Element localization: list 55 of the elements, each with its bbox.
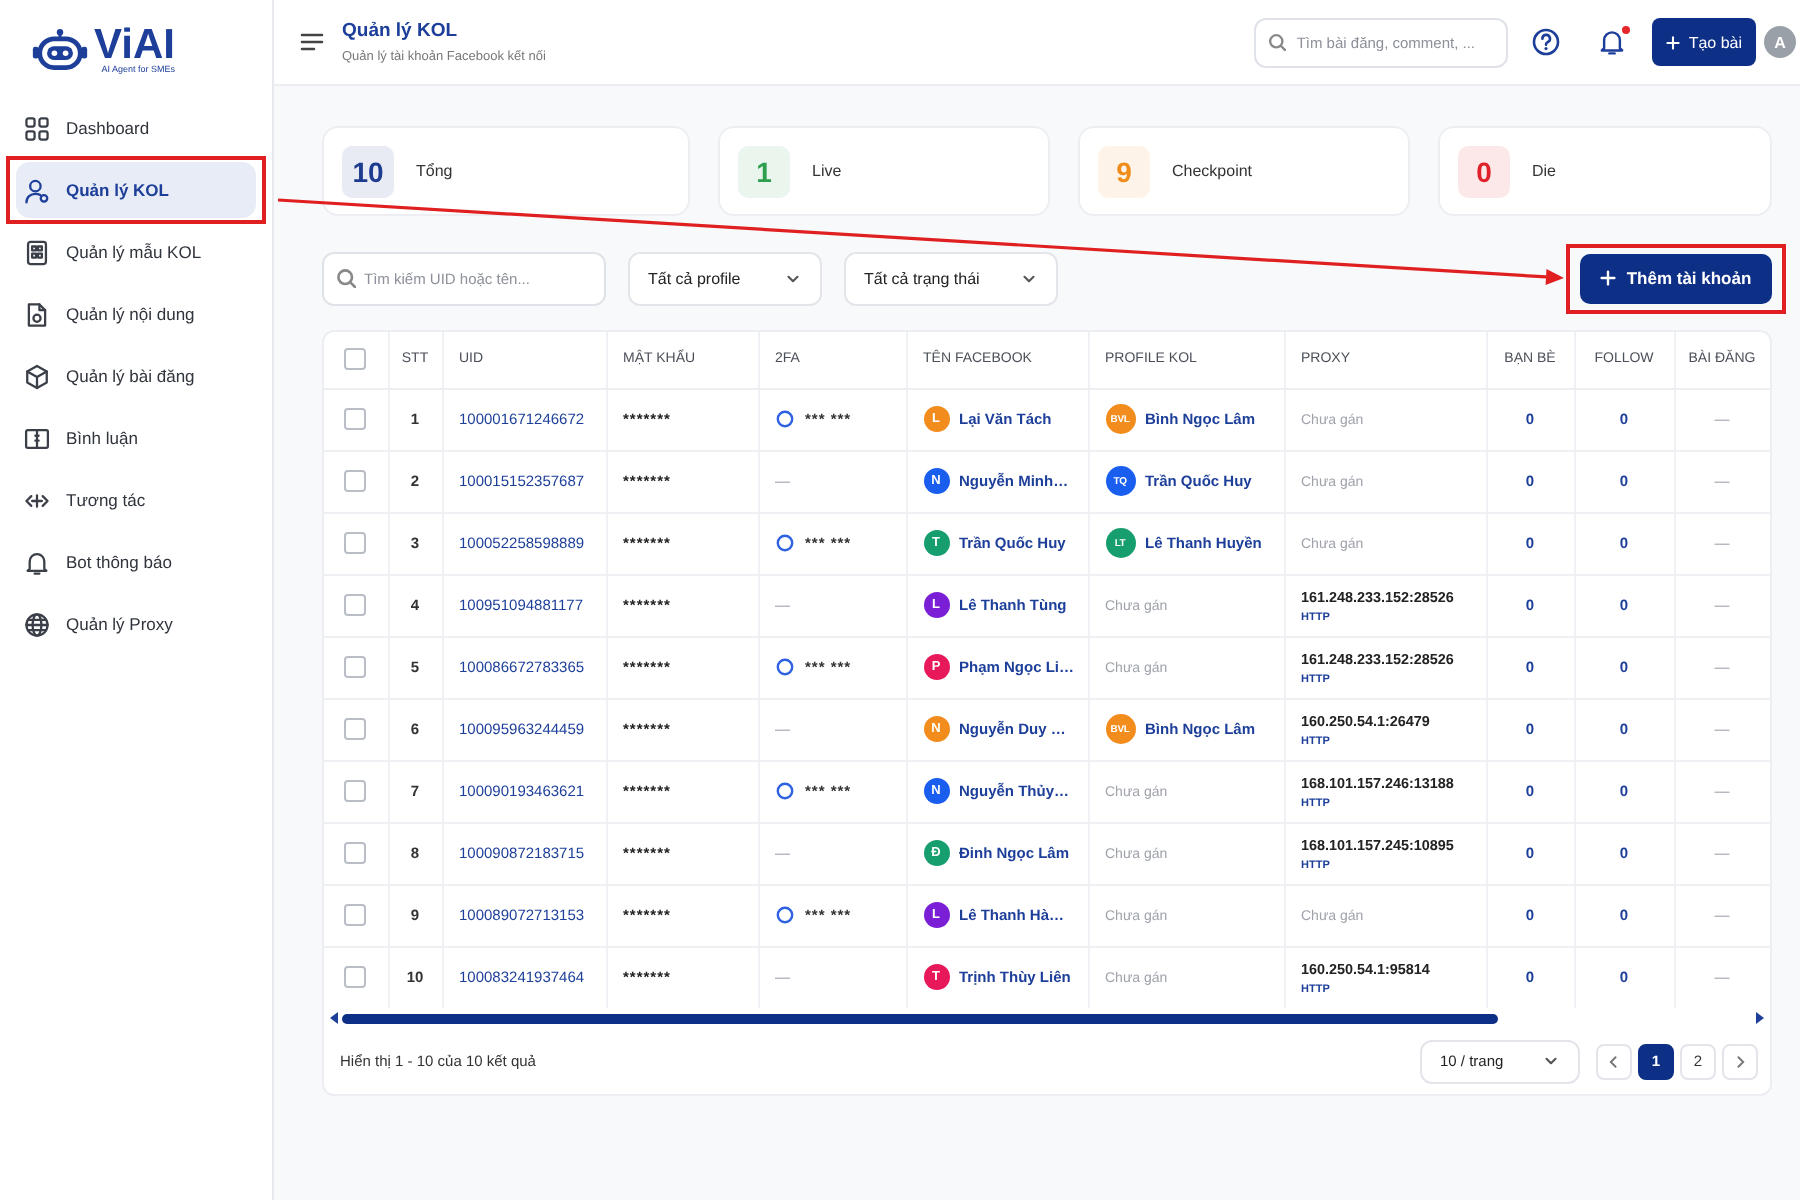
stat-value: 9	[1098, 145, 1150, 197]
page-title: Quản lý KOL	[342, 20, 460, 42]
create-post-button[interactable]: Tạo bài	[1652, 18, 1756, 66]
bell-icon	[24, 549, 50, 575]
sidebar-item[interactable]: Bot thông báo	[16, 534, 256, 590]
book-icon	[24, 425, 50, 451]
cube-icon	[24, 363, 50, 389]
row-checkbox[interactable]	[344, 904, 367, 926]
stat-value: 0	[1458, 145, 1510, 197]
next-page-button[interactable]	[1722, 1043, 1758, 1079]
stat-label: Checkpoint	[1172, 162, 1253, 180]
document-icon	[24, 301, 50, 327]
robot-icon	[32, 28, 88, 72]
chevron-left-icon	[1606, 1053, 1622, 1069]
logo-name: ViAI	[94, 26, 175, 64]
row-checkbox[interactable]	[344, 656, 367, 678]
search-icon	[1268, 33, 1287, 51]
document-grid-icon	[24, 239, 50, 265]
sidebar-item[interactable]: Quản lý nội dung	[16, 286, 256, 342]
chevron-down-icon	[1542, 1052, 1560, 1070]
plus-icon	[1666, 35, 1681, 49]
sidebar-item[interactable]: Quản lý bài đăng	[16, 348, 256, 404]
filter-select[interactable]: Tất cả trạng thái	[844, 251, 1058, 305]
plus-icon	[1600, 270, 1617, 286]
row-checkbox[interactable]	[344, 532, 367, 554]
help-icon[interactable]	[1532, 28, 1561, 56]
stat-value: 10	[342, 145, 394, 197]
stat-label: Tổng	[416, 162, 453, 180]
sidebar-item[interactable]: Tương tác	[16, 472, 256, 528]
stat-label: Live	[812, 162, 842, 180]
grid-icon	[24, 115, 50, 141]
sidebar-item[interactable]: Quản lý Proxy	[16, 596, 256, 652]
menu-icon[interactable]	[300, 32, 324, 52]
sidebar-item[interactable]: Quản lý KOL	[16, 162, 256, 218]
row-checkbox[interactable]	[344, 594, 367, 616]
search-icon	[336, 268, 356, 288]
sidebar-item[interactable]: Bình luận	[16, 410, 256, 466]
select-all-checkbox[interactable]	[344, 348, 367, 371]
user-icon	[24, 177, 50, 203]
stat-value: 1	[738, 145, 790, 197]
bell-icon[interactable]	[1598, 28, 1627, 56]
row-checkbox[interactable]	[344, 842, 367, 864]
previous-page-button[interactable]	[1596, 1043, 1632, 1079]
sidebar-item[interactable]: Quản lý mẫu KOL	[16, 224, 256, 280]
sidebar-item[interactable]: Dashboard	[16, 100, 256, 156]
globe-icon	[24, 611, 50, 637]
chevron-right-icon	[1732, 1053, 1748, 1069]
row-checkbox[interactable]	[344, 718, 367, 740]
row-checkbox[interactable]	[344, 470, 367, 492]
row-checkbox[interactable]	[344, 780, 367, 802]
stat-label: Die	[1532, 162, 1557, 180]
add-account-button[interactable]: Thêm tài khoản	[1580, 253, 1772, 303]
row-checkbox[interactable]	[344, 408, 367, 430]
row-checkbox[interactable]	[344, 966, 367, 989]
filter-select[interactable]: Tất cả profile	[628, 251, 822, 305]
